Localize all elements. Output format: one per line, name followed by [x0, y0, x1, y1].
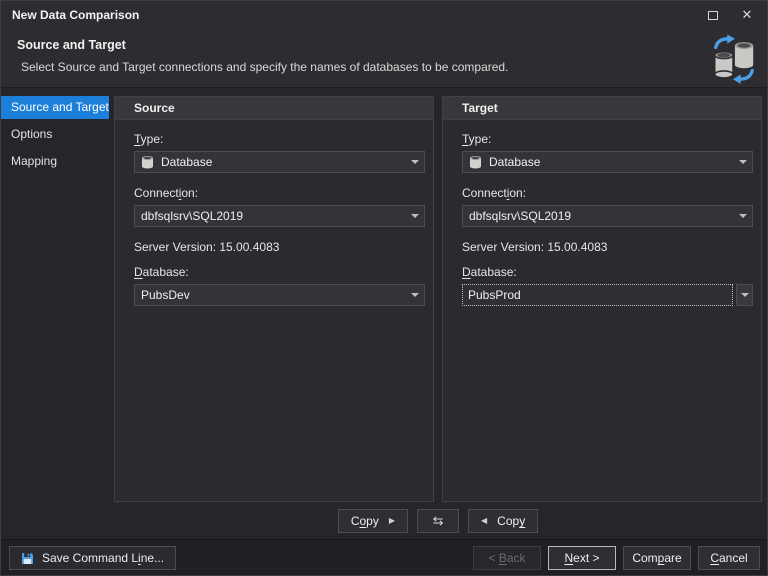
swap-arrows-icon: ⇆ — [432, 513, 444, 528]
wizard-nav-buttons: < Back Next > Compare Cancel — [473, 546, 760, 570]
maximize-button[interactable] — [695, 1, 731, 29]
back-button: < Back — [473, 546, 541, 570]
source-panel-title: Source — [115, 97, 433, 120]
target-type-combobox[interactable]: Database — [462, 151, 753, 173]
wizard-header: Source and Target Select Source and Targ… — [1, 29, 767, 88]
close-icon: ✕ — [741, 7, 753, 22]
source-type-dropdown-button[interactable] — [406, 152, 424, 172]
copy-to-source-button[interactable]: ◀ Copy — [468, 509, 539, 533]
close-button[interactable]: ✕ — [729, 1, 765, 29]
target-connection-value: dbfsqlsrv\SQL2019 — [469, 209, 572, 223]
next-label: Next > — [564, 551, 600, 565]
source-connection-dropdown-button[interactable] — [406, 206, 424, 226]
cancel-label: Cancel — [710, 551, 748, 565]
target-database-label: Database: — [462, 265, 517, 279]
chevron-down-icon — [411, 160, 419, 164]
target-server-version: Server Version: 15.00.4083 — [462, 240, 608, 254]
copy-to-target-button[interactable]: Copy ▶ — [337, 509, 409, 533]
target-database-input[interactable]: PubsProd — [462, 284, 733, 306]
titlebar: New Data Comparison ✕ — [1, 1, 767, 29]
footer-bar: Save Command Line... < Back Next > Compa… — [1, 539, 767, 575]
target-type-label: Type: — [462, 132, 492, 146]
target-connection-combobox[interactable]: dbfsqlsrv\SQL2019 — [462, 205, 753, 227]
sidebar-item-source-and-target[interactable]: Source and Target — [1, 96, 109, 119]
page-description: Select Source and Target connections and… — [21, 60, 509, 74]
source-connection-label: Connection: — [134, 186, 199, 200]
target-connection-dropdown-button[interactable] — [734, 206, 752, 226]
maximize-icon — [708, 10, 718, 20]
next-button[interactable]: Next > — [548, 546, 616, 570]
chevron-down-icon — [411, 293, 419, 297]
sidebar-item-options[interactable]: Options — [1, 123, 109, 146]
chevron-down-icon — [739, 214, 747, 218]
database-icon — [469, 155, 482, 169]
source-type-value: Database — [161, 155, 213, 169]
source-type-combobox[interactable]: Database — [134, 151, 425, 173]
compare-button[interactable]: Compare — [623, 546, 691, 570]
new-data-comparison-dialog: New Data Comparison ✕ Source and Target … — [0, 0, 768, 576]
target-type-value: Database — [489, 155, 541, 169]
target-panel: Target Type: Database Connection: dbfsql… — [442, 96, 762, 502]
target-database-dropdown-button[interactable] — [736, 284, 753, 306]
chevron-down-icon — [740, 293, 749, 297]
database-icon — [141, 155, 154, 169]
target-type-dropdown-button[interactable] — [734, 152, 752, 172]
target-database-combobox: PubsProd — [462, 284, 753, 306]
arrow-right-icon: ▶ — [388, 516, 396, 525]
source-database-value: PubsDev — [141, 288, 190, 302]
save-command-line-label: Save Command Line... — [42, 551, 165, 565]
source-database-combobox[interactable]: PubsDev — [134, 284, 425, 306]
window-title: New Data Comparison — [12, 8, 140, 22]
arrow-left-icon: ◀ — [481, 516, 488, 525]
source-connection-value: dbfsqlsrv\SQL2019 — [141, 209, 244, 223]
chevron-down-icon — [739, 160, 747, 164]
source-server-version: Server Version: 15.00.4083 — [134, 240, 280, 254]
page-title: Source and Target — [17, 38, 126, 52]
source-connection-combobox[interactable]: dbfsqlsrv\SQL2019 — [134, 205, 425, 227]
compare-label: Compare — [632, 551, 682, 565]
sidebar-item-mapping[interactable]: Mapping — [1, 150, 109, 173]
swap-source-target-button[interactable]: ⇆ — [417, 509, 460, 533]
wizard-sidebar: Source and Target Options Mapping — [1, 88, 109, 539]
target-connection-label: Connection: — [462, 186, 527, 200]
copy-to-source-label: Copy — [497, 514, 526, 528]
cancel-button[interactable]: Cancel — [698, 546, 760, 570]
chevron-down-icon — [411, 214, 419, 218]
source-panel: Source Type: Database Connection: dbfsql… — [114, 96, 434, 502]
save-icon — [22, 552, 33, 564]
target-panel-title: Target — [443, 97, 761, 120]
source-database-dropdown-button[interactable] — [406, 285, 424, 305]
source-type-label: Type: — [134, 132, 164, 146]
source-database-label: Database: — [134, 265, 189, 279]
copy-bar: Copy ▶ ⇆ ◀ Copy — [109, 509, 767, 533]
save-command-line-button[interactable]: Save Command Line... — [9, 546, 177, 570]
data-compare-icon — [713, 34, 754, 84]
copy-to-target-label: Copy — [350, 514, 379, 528]
back-label: < Back — [488, 551, 526, 565]
